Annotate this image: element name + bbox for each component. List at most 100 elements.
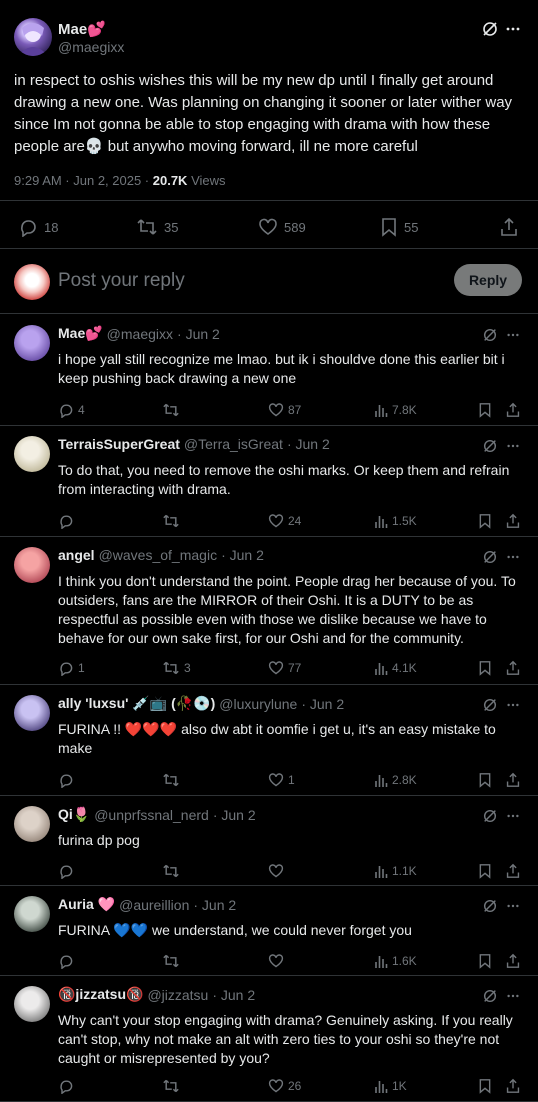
repost-button[interactable]: 3	[162, 660, 191, 676]
grok-icon[interactable]	[482, 808, 498, 824]
grok-icon[interactable]	[482, 898, 498, 914]
author-avatar[interactable]	[14, 18, 52, 56]
views-button[interactable]: 1.1K	[374, 863, 417, 879]
avatar[interactable]	[14, 896, 50, 932]
reply-author-handle[interactable]: @luxurylune	[219, 696, 297, 712]
bookmark-button[interactable]	[478, 402, 492, 418]
avatar[interactable]	[14, 436, 50, 472]
reply-date[interactable]: · Jun 2	[177, 326, 220, 342]
author-handle[interactable]: @maegixx	[58, 39, 124, 55]
bookmark-button[interactable]	[478, 772, 492, 788]
more-icon[interactable]	[506, 439, 520, 453]
repost-button[interactable]	[162, 1078, 184, 1094]
share-button[interactable]	[506, 402, 520, 418]
reply-author-name[interactable]: TerraisSuperGreat	[58, 436, 180, 452]
bookmark-button[interactable]	[478, 953, 492, 969]
reply-button[interactable]	[58, 772, 78, 788]
views-button[interactable]: 1K	[374, 1078, 407, 1094]
reply-date[interactable]: · Jun 2	[212, 987, 255, 1003]
reply-author-handle[interactable]: @unprfssnal_nerd	[94, 807, 209, 823]
more-icon[interactable]	[506, 899, 520, 913]
like-button[interactable]: 1	[268, 772, 295, 788]
avatar[interactable]	[14, 695, 50, 731]
repost-button[interactable]	[162, 863, 184, 879]
avatar[interactable]	[14, 986, 50, 1022]
reply-button[interactable]	[58, 1078, 78, 1094]
grok-icon[interactable]	[482, 438, 498, 454]
bookmark-button[interactable]	[478, 1078, 492, 1094]
reply-date[interactable]: · Jun 2	[287, 436, 330, 452]
share-button[interactable]	[506, 772, 520, 788]
grok-icon[interactable]	[482, 697, 498, 713]
reply-date[interactable]: · Jun 2	[301, 696, 344, 712]
grok-icon[interactable]	[482, 988, 498, 1004]
grok-icon[interactable]	[482, 327, 498, 343]
repost-button[interactable]: 35	[136, 217, 178, 237]
avatar[interactable]	[14, 806, 50, 842]
more-icon[interactable]	[506, 989, 520, 1003]
reply-author-handle[interactable]: @waves_of_magic	[99, 547, 218, 563]
views-button[interactable]: 1.5K	[374, 513, 417, 529]
views-button[interactable]: 7.8K	[374, 402, 417, 418]
like-button[interactable]: 77	[268, 660, 301, 676]
reply-author-name[interactable]: angel	[58, 547, 95, 563]
reply-author-handle[interactable]: @aureillion	[119, 897, 189, 913]
reply-date[interactable]: · Jun 2	[193, 897, 236, 913]
views-button[interactable]: 2.8K	[374, 772, 417, 788]
grok-icon[interactable]	[482, 549, 498, 565]
bookmark-button[interactable]	[478, 513, 492, 529]
avatar[interactable]	[14, 547, 50, 583]
reply-button[interactable]: 1	[58, 660, 85, 676]
repost-button[interactable]	[162, 402, 184, 418]
reply-author-handle[interactable]: @maegixx	[107, 326, 173, 342]
more-icon[interactable]	[506, 328, 520, 342]
reply-author-name[interactable]: Qi🌷	[58, 806, 90, 823]
reply-date[interactable]: · Jun 2	[221, 547, 264, 563]
reply-button[interactable]	[58, 513, 78, 529]
user-avatar[interactable]	[14, 264, 50, 300]
bookmark-button[interactable]: 55	[380, 217, 418, 237]
reply-date[interactable]: · Jun 2	[213, 807, 256, 823]
repost-button[interactable]	[162, 513, 184, 529]
avatar[interactable]	[14, 325, 50, 361]
repost-button[interactable]	[162, 953, 184, 969]
share-button[interactable]	[500, 217, 518, 237]
more-icon[interactable]	[506, 809, 520, 823]
share-button[interactable]	[506, 1078, 520, 1094]
repost-button[interactable]	[162, 772, 184, 788]
share-button[interactable]	[506, 953, 520, 969]
reply-button[interactable]: 4	[58, 402, 85, 418]
reply-author-name[interactable]: 🔞jizzatsu🔞	[58, 986, 143, 1003]
bookmark-icon	[478, 1078, 492, 1094]
share-button[interactable]	[506, 660, 520, 676]
bookmark-button[interactable]	[478, 660, 492, 676]
views-button[interactable]: 4.1K	[374, 660, 417, 676]
reply-author-name[interactable]: Mae💕	[58, 325, 103, 342]
reply-author-handle[interactable]: @jizzatsu	[147, 987, 208, 1003]
like-button[interactable]: 87	[268, 402, 301, 418]
share-button[interactable]	[506, 513, 520, 529]
like-button[interactable]: 26	[268, 1078, 301, 1094]
like-button[interactable]	[268, 953, 288, 969]
like-button[interactable]	[268, 863, 288, 879]
like-button[interactable]: 589	[258, 217, 306, 237]
more-icon[interactable]	[506, 550, 520, 564]
author-name[interactable]: Mae💕	[58, 20, 106, 38]
reply-button[interactable]: 18	[18, 217, 58, 237]
reply-submit-button[interactable]: Reply	[454, 264, 522, 296]
reply-button[interactable]	[58, 863, 78, 879]
like-button[interactable]: 24	[268, 513, 301, 529]
reply-button[interactable]	[58, 953, 78, 969]
reply-author-name[interactable]: ally 'luxsu' 💉📺 (🥀💿)	[58, 695, 215, 712]
more-icon[interactable]	[505, 21, 521, 37]
reply-author-handle[interactable]: @Terra_isGreat	[184, 436, 283, 452]
grok-icon[interactable]	[481, 20, 499, 38]
more-icon[interactable]	[506, 698, 520, 712]
views-button[interactable]: 1.6K	[374, 953, 417, 969]
reply-author-name[interactable]: Auria 🩷	[58, 896, 115, 913]
reply-item: TerraisSuperGreat @Terra_isGreat · Jun 2 To…	[0, 426, 538, 537]
reply-input[interactable]: Post your reply	[58, 270, 185, 292]
tweet-time[interactable]: 9:29 AM · Jun 2, 2025 ·	[14, 173, 153, 188]
share-button[interactable]	[506, 863, 520, 879]
bookmark-button[interactable]	[478, 863, 492, 879]
